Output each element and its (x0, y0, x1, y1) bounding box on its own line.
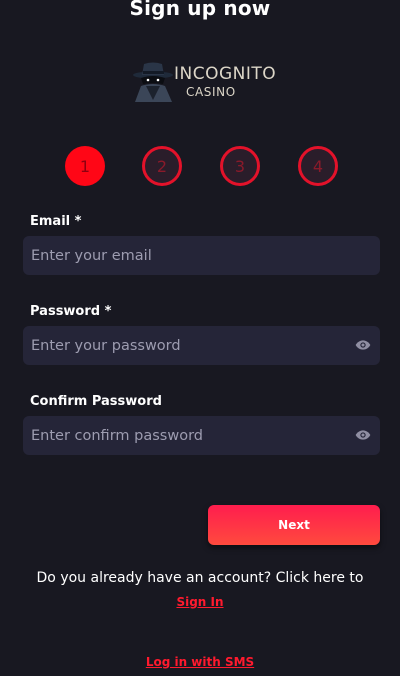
sign-in-link[interactable]: Sign In (0, 595, 400, 609)
logo-text-casino: CASINO (186, 85, 236, 99)
password-field-wrapper (23, 326, 380, 365)
password-label: Password * (30, 304, 112, 319)
step-1: 1 (65, 146, 105, 186)
step-indicator: 1 2 3 4 (0, 146, 400, 186)
confirm-password-field[interactable] (23, 416, 380, 455)
confirm-password-field-wrapper (23, 416, 380, 455)
email-field[interactable] (23, 236, 380, 275)
incognito-casino-logo: INCOGNITO CASINO (132, 60, 278, 104)
sms-login-link[interactable]: Log in with SMS (0, 655, 400, 669)
confirm-password-label: Confirm Password (30, 394, 162, 409)
step-2: 2 (142, 146, 182, 186)
step-3: 3 (220, 146, 260, 186)
spy-icon (133, 62, 173, 102)
step-4: 4 (298, 146, 338, 186)
account-prompt: Do you already have an account? Click he… (36, 570, 364, 586)
logo-text-incognito: INCOGNITO (174, 64, 277, 84)
email-label: Email * (30, 214, 82, 229)
next-button[interactable]: Next (208, 505, 380, 545)
password-field[interactable] (23, 326, 380, 365)
eye-icon[interactable] (354, 427, 372, 443)
email-field-wrapper (23, 236, 380, 275)
page-title: Sign up now (129, 0, 271, 20)
eye-icon[interactable] (354, 337, 372, 353)
